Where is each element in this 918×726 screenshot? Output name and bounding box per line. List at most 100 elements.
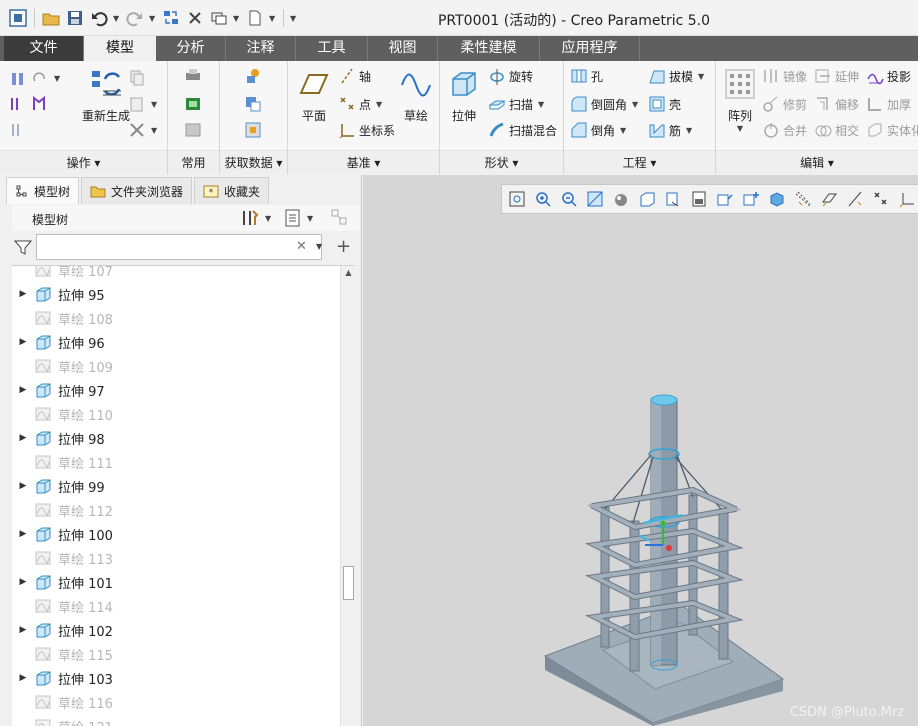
group-operations-label[interactable]: 操作 ▾ — [0, 150, 167, 174]
tree-item-sketch[interactable]: 草绘 107 — [12, 266, 338, 282]
expand-arrow-icon[interactable]: ▶ — [12, 625, 34, 635]
tree-item-sketch[interactable]: 草绘 112 — [12, 498, 338, 522]
expand-arrow-icon[interactable]: ▶ — [12, 433, 34, 443]
shrinkwrap-button[interactable] — [244, 121, 262, 139]
common-gray-button[interactable] — [184, 121, 202, 139]
group-get-data-label[interactable]: 获取数据 ▾ — [220, 150, 287, 174]
tree-item-sketch[interactable]: 草绘 111 — [12, 450, 338, 474]
chamfer-button[interactable]: 倒角 ▼ — [570, 121, 626, 139]
tree-item-extrude[interactable]: ▶ 拉伸 95 — [12, 282, 338, 306]
expand-arrow-icon[interactable]: ▶ — [12, 385, 34, 395]
tree-item-sketch[interactable]: 草绘 121 — [12, 714, 338, 726]
group-datum-label[interactable]: 基准 ▾ — [288, 150, 439, 174]
tree-item-extrude[interactable]: ▶ 拉伸 102 — [12, 618, 338, 642]
tree-columns-button[interactable] — [330, 208, 350, 231]
tree-item-extrude[interactable]: ▶ 拉伸 99 — [12, 474, 338, 498]
pattern-button[interactable]: 阵列 ▼ — [720, 67, 760, 133]
rib-button[interactable]: 筋 ▼ — [648, 121, 692, 139]
merge-button[interactable]: 合并 — [762, 121, 807, 139]
copy-geometry-button[interactable] — [244, 95, 262, 113]
extend-button[interactable]: 延伸 — [814, 67, 859, 85]
tree-item-sketch[interactable]: 草绘 110 — [12, 402, 338, 426]
revolve-button[interactable]: 旋转 — [488, 67, 533, 85]
paste-button[interactable]: ▼ — [128, 95, 157, 113]
tree-show-button[interactable]: ▼ — [284, 208, 313, 228]
tab-model[interactable]: 模型 — [84, 36, 156, 61]
model-tree-list[interactable]: 草绘 121 草绘 116 ▶ 拉伸 103 草绘 115 ▶ 拉伸 102 草绘 114 ▶ 拉… — [12, 265, 355, 726]
tree-item-sketch[interactable]: 草绘 116 — [12, 690, 338, 714]
intersect-button[interactable]: 相交 — [814, 121, 859, 139]
scroll-thumb[interactable] — [343, 566, 354, 600]
tree-item-sketch[interactable]: 草绘 115 — [12, 642, 338, 666]
trim-button[interactable]: 修剪 — [762, 95, 807, 113]
tree-item-sketch[interactable]: 草绘 108 — [12, 306, 338, 330]
tab-favorites[interactable]: * 收藏夹 — [194, 177, 270, 204]
tab-tools[interactable]: 工具 — [296, 36, 368, 61]
tree-item-extrude[interactable]: ▶ 拉伸 98 — [12, 426, 338, 450]
group-engineering-label[interactable]: 工程 ▾ — [564, 150, 715, 174]
tree-item-label: 草绘 112 — [58, 504, 113, 520]
common-print-button[interactable] — [184, 67, 202, 85]
tab-annotate[interactable]: 注释 — [226, 36, 296, 61]
solidify-button[interactable]: 实体化 — [866, 121, 918, 139]
expand-arrow-icon[interactable]: ▶ — [12, 481, 34, 491]
draft-button[interactable]: 拔模 ▼ — [648, 67, 704, 85]
swept-blend-button[interactable]: 扫描混合 — [488, 121, 557, 139]
plane-button[interactable]: 平面 — [294, 67, 334, 124]
extrude-button[interactable]: 拉伸 — [444, 67, 484, 124]
scroll-up-icon[interactable]: ▲ — [343, 268, 354, 279]
tree-item-extrude[interactable]: ▶ 拉伸 97 — [12, 378, 338, 402]
clear-filter-icon[interactable]: ✕ — [296, 239, 307, 254]
point-button[interactable]: 点 ▼ — [338, 95, 382, 113]
mirror-ops-btn[interactable] — [10, 95, 49, 113]
filter-icon[interactable] — [14, 239, 32, 255]
user-defined-feature-button[interactable] — [244, 67, 262, 85]
expand-arrow-icon[interactable]: ▶ — [12, 529, 34, 539]
tab-model-tree[interactable]: 模型树 — [6, 177, 80, 204]
tree-scrollbar[interactable]: ▲ — [340, 266, 355, 726]
expand-arrow-icon[interactable]: ▶ — [12, 577, 34, 587]
regenerate-button[interactable]: 重新生成 — [78, 67, 134, 124]
tree-item-sketch[interactable]: 草绘 109 — [12, 354, 338, 378]
round-button[interactable]: 倒圆角 ▼ — [570, 95, 638, 113]
graphics-viewport[interactable]: CSDN @Pluto.Mrz — [363, 175, 918, 726]
csys-button[interactable]: 坐标系 — [338, 121, 395, 139]
tab-analysis[interactable]: 分析 — [156, 36, 226, 61]
ops-extra-btn[interactable] — [10, 121, 28, 139]
copy-button[interactable] — [128, 69, 146, 87]
pattern-dropdown-icon[interactable]: ▼ — [720, 124, 760, 133]
sketch-button[interactable]: 草绘 — [396, 67, 436, 124]
tree-item-extrude[interactable]: ▶ 拉伸 101 — [12, 570, 338, 594]
tab-applications[interactable]: 应用程序 — [540, 36, 640, 61]
group-shapes-label[interactable]: 形状 ▾ — [440, 150, 563, 174]
sweep-button[interactable]: 扫描 ▼ — [488, 95, 544, 113]
filter-dropdown-icon[interactable]: ▼ — [316, 242, 322, 251]
mirror-button[interactable]: 镜像 — [762, 67, 807, 85]
shell-button[interactable]: 壳 — [648, 95, 681, 113]
thicken-button[interactable]: 加厚 — [866, 95, 911, 113]
expand-arrow-icon[interactable]: ▶ — [12, 337, 34, 347]
tree-settings-button[interactable]: ▼ — [240, 208, 271, 228]
tree-filter-input[interactable] — [36, 234, 322, 260]
tree-item-sketch[interactable]: 草绘 114 — [12, 594, 338, 618]
tree-item-extrude[interactable]: ▶ 拉伸 96 — [12, 330, 338, 354]
expand-arrow-icon[interactable]: ▶ — [12, 289, 34, 299]
group-editing-label[interactable]: 编辑 ▾ — [716, 150, 918, 174]
hole-button[interactable]: 孔 — [570, 67, 603, 85]
project-button[interactable]: 投影 — [866, 67, 911, 85]
copy-icon-btn[interactable]: ▼ — [10, 69, 60, 87]
tab-view[interactable]: 视图 — [368, 36, 438, 61]
expand-arrow-icon[interactable]: ▶ — [12, 673, 34, 683]
tab-flexible-modeling[interactable]: 柔性建模 — [438, 36, 540, 61]
tree-item-extrude[interactable]: ▶ 拉伸 103 — [12, 666, 338, 690]
add-filter-icon[interactable]: + — [336, 236, 351, 257]
delete-button[interactable]: ▼ — [128, 121, 157, 139]
tree-item-extrude[interactable]: ▶ 拉伸 100 — [12, 522, 338, 546]
offset-button[interactable]: 偏移 — [814, 95, 859, 113]
tree-item-sketch[interactable]: 草绘 113 — [12, 546, 338, 570]
axis-button[interactable]: 轴 — [338, 67, 371, 85]
tab-folder-browser[interactable]: 文件夹浏览器 — [81, 177, 193, 204]
tab-file[interactable]: 文件 — [4, 36, 84, 61]
common-image-button[interactable] — [184, 95, 202, 113]
model-3d-view[interactable] — [363, 175, 918, 726]
